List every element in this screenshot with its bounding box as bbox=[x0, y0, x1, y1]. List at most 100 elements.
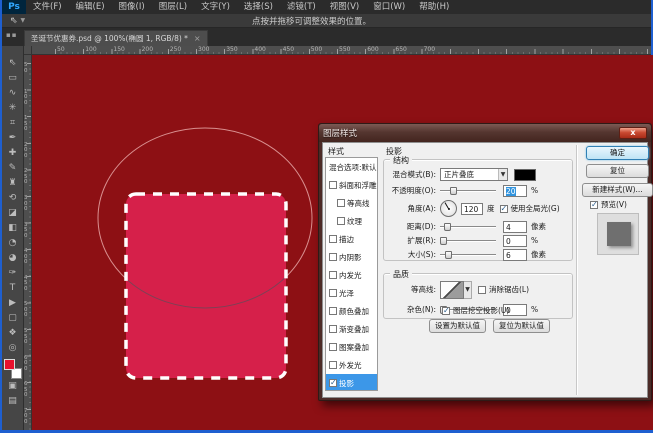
history-brush-tool[interactable]: ⟲ bbox=[3, 191, 23, 206]
style-item-checkbox[interactable] bbox=[337, 199, 345, 207]
style-item-checkbox[interactable] bbox=[329, 307, 337, 315]
menu-item[interactable]: 窗口(W) bbox=[366, 0, 412, 14]
spread-field[interactable]: 0 bbox=[503, 234, 527, 247]
clone-stamp-tool[interactable]: ♜ bbox=[3, 176, 23, 191]
style-list-item[interactable]: 光泽 bbox=[326, 284, 377, 302]
menu-items: 文件(F) 编辑(E) 图像(I) 图层(L) 文字(Y) 选择(S) 滤镜(T) 视图(V)… bbox=[26, 0, 456, 14]
shape-tool[interactable]: ▢ bbox=[3, 311, 23, 326]
size-slider[interactable] bbox=[440, 249, 496, 260]
dodge-tool[interactable]: ◕ bbox=[3, 251, 23, 266]
style-item-checkbox[interactable] bbox=[329, 361, 337, 369]
style-list-item[interactable]: 内发光 bbox=[326, 266, 377, 284]
style-item-checkbox[interactable] bbox=[329, 378, 337, 387]
angle-field[interactable]: 120 bbox=[461, 202, 483, 215]
eraser-tool[interactable]: ◪ bbox=[3, 206, 23, 221]
anti-alias-checkbox[interactable] bbox=[478, 285, 486, 294]
quick-mask-button[interactable]: ▣ bbox=[3, 379, 23, 394]
opacity-value: 20 bbox=[506, 186, 516, 196]
opacity-slider[interactable] bbox=[440, 185, 496, 196]
menu-item[interactable]: 视图(V) bbox=[323, 0, 366, 14]
style-list-item[interactable]: 外发光 bbox=[326, 356, 377, 374]
move-tool[interactable]: ⇖ bbox=[3, 56, 23, 71]
ok-button[interactable]: 确定 bbox=[586, 146, 649, 160]
reset-default-button[interactable]: 复位为默认值 bbox=[493, 319, 550, 333]
zoom-tool[interactable]: ◎ bbox=[3, 341, 23, 356]
foreground-color-swatch[interactable] bbox=[3, 359, 15, 370]
reset-button[interactable]: 复位 bbox=[586, 164, 649, 178]
style-list-item[interactable]: 图案叠加 bbox=[326, 338, 377, 356]
crop-tool[interactable]: ⌗ bbox=[3, 116, 23, 131]
dialog-close-button[interactable]: x bbox=[619, 127, 647, 139]
dialog-titlebar[interactable]: 图层样式 x bbox=[319, 124, 651, 142]
style-item-checkbox[interactable] bbox=[329, 253, 337, 261]
panel-collapse-icon[interactable]: ▪▪ bbox=[6, 31, 18, 39]
style-list-item[interactable]: 混合选项:默认 bbox=[326, 158, 377, 176]
style-item-checkbox[interactable] bbox=[329, 289, 337, 297]
style-list-item[interactable]: 斜面和浮雕 bbox=[326, 176, 377, 194]
contour-picker[interactable] bbox=[440, 280, 464, 299]
menu-item[interactable]: 文件(F) bbox=[26, 0, 69, 14]
opacity-slider-thumb[interactable] bbox=[449, 187, 457, 195]
lasso-tool[interactable]: ∿ bbox=[3, 86, 23, 101]
ruler-label: 600 bbox=[367, 46, 379, 53]
marquee-tool[interactable]: ▭ bbox=[3, 71, 23, 86]
style-list-item[interactable]: 内阴影 bbox=[326, 248, 377, 266]
menu-item[interactable]: 图层(L) bbox=[152, 0, 194, 14]
use-global-light-checkbox[interactable] bbox=[499, 204, 508, 213]
distance-slider-thumb[interactable] bbox=[443, 223, 451, 231]
size-slider-thumb[interactable] bbox=[444, 251, 452, 259]
style-list-item[interactable]: 纹理 bbox=[326, 212, 377, 230]
distance-field[interactable]: 4 bbox=[503, 220, 527, 233]
style-list-item[interactable]: 颜色叠加 bbox=[326, 302, 377, 320]
quick-selection-tool[interactable]: ✳ bbox=[3, 101, 23, 116]
angle-dial[interactable] bbox=[440, 200, 457, 217]
spread-slider[interactable] bbox=[440, 235, 496, 246]
gradient-tool[interactable]: ◧ bbox=[3, 221, 23, 236]
tab-close-icon[interactable]: × bbox=[194, 34, 201, 43]
distance-slider[interactable] bbox=[440, 221, 496, 232]
coupon-shape[interactable] bbox=[126, 194, 286, 378]
style-item-checkbox[interactable] bbox=[329, 271, 337, 279]
pen-tool[interactable]: ✑ bbox=[3, 266, 23, 281]
layer-knockout-checkbox[interactable] bbox=[442, 306, 450, 315]
path-selection-tool[interactable]: ▶ bbox=[3, 296, 23, 311]
document-tab[interactable]: 圣诞节优惠券.psd @ 100%(椭圆 1, RGB/8) * × bbox=[24, 30, 208, 46]
blur-tool[interactable]: ◔ bbox=[3, 236, 23, 251]
photoshop-logo[interactable]: Ps bbox=[2, 0, 26, 14]
style-list-item[interactable]: 投影 bbox=[326, 374, 377, 390]
menu-item[interactable]: 编辑(E) bbox=[69, 0, 112, 14]
screen-mode-button[interactable]: ▤ bbox=[3, 394, 23, 409]
set-default-button[interactable]: 设置为默认值 bbox=[429, 319, 486, 333]
style-item-checkbox[interactable] bbox=[329, 181, 337, 189]
vertical-ruler[interactable]: 5 0 1 0 0 1 5 0 2 0 0 2 5 0 3 0 0 3 5 0 4 0 0 4 … bbox=[24, 55, 32, 430]
preview-checkbox[interactable] bbox=[590, 200, 598, 209]
menu-item[interactable]: 图像(I) bbox=[112, 0, 152, 14]
menu-item[interactable]: 帮助(H) bbox=[412, 0, 456, 14]
menu-item[interactable]: 滤镜(T) bbox=[280, 0, 323, 14]
spread-slider-thumb[interactable] bbox=[440, 237, 448, 245]
style-item-checkbox[interactable] bbox=[337, 217, 345, 225]
style-item-checkbox[interactable] bbox=[329, 343, 337, 351]
style-list-item[interactable]: 描边 bbox=[326, 230, 377, 248]
healing-brush-tool[interactable]: ✚ bbox=[3, 146, 23, 161]
style-item-checkbox[interactable] bbox=[329, 235, 337, 243]
horizontal-ruler[interactable]: 50 100 150 200 250 300 350 400 450 500 550 600 650 70… bbox=[24, 46, 651, 55]
style-item-checkbox[interactable] bbox=[329, 325, 337, 333]
menu-item[interactable]: 文字(Y) bbox=[194, 0, 237, 14]
shadow-color-swatch[interactable] bbox=[514, 168, 536, 181]
style-list-item[interactable]: 渐变叠加 bbox=[326, 320, 377, 338]
hand-tool[interactable]: ❖ bbox=[3, 326, 23, 341]
ruler-label: 2 5 0 bbox=[24, 168, 28, 186]
chevron-down-icon[interactable]: ▼ bbox=[464, 280, 472, 299]
eyedropper-tool[interactable]: ✒ bbox=[3, 131, 23, 146]
brush-tool[interactable]: ✎ bbox=[3, 161, 23, 176]
type-tool[interactable]: T bbox=[3, 281, 23, 296]
size-field[interactable]: 6 bbox=[503, 248, 527, 261]
blend-mode-select[interactable]: 正片叠底 ▼ bbox=[440, 168, 508, 181]
new-style-button[interactable]: 新建样式(W)... bbox=[582, 183, 653, 197]
opacity-field[interactable]: 20 bbox=[503, 184, 527, 197]
menu-item[interactable]: 选择(S) bbox=[237, 0, 280, 14]
style-list-item[interactable]: 等高线 bbox=[326, 194, 377, 212]
move-tool-icon[interactable]: ⇖ bbox=[10, 16, 18, 26]
color-swatches[interactable] bbox=[3, 359, 22, 379]
